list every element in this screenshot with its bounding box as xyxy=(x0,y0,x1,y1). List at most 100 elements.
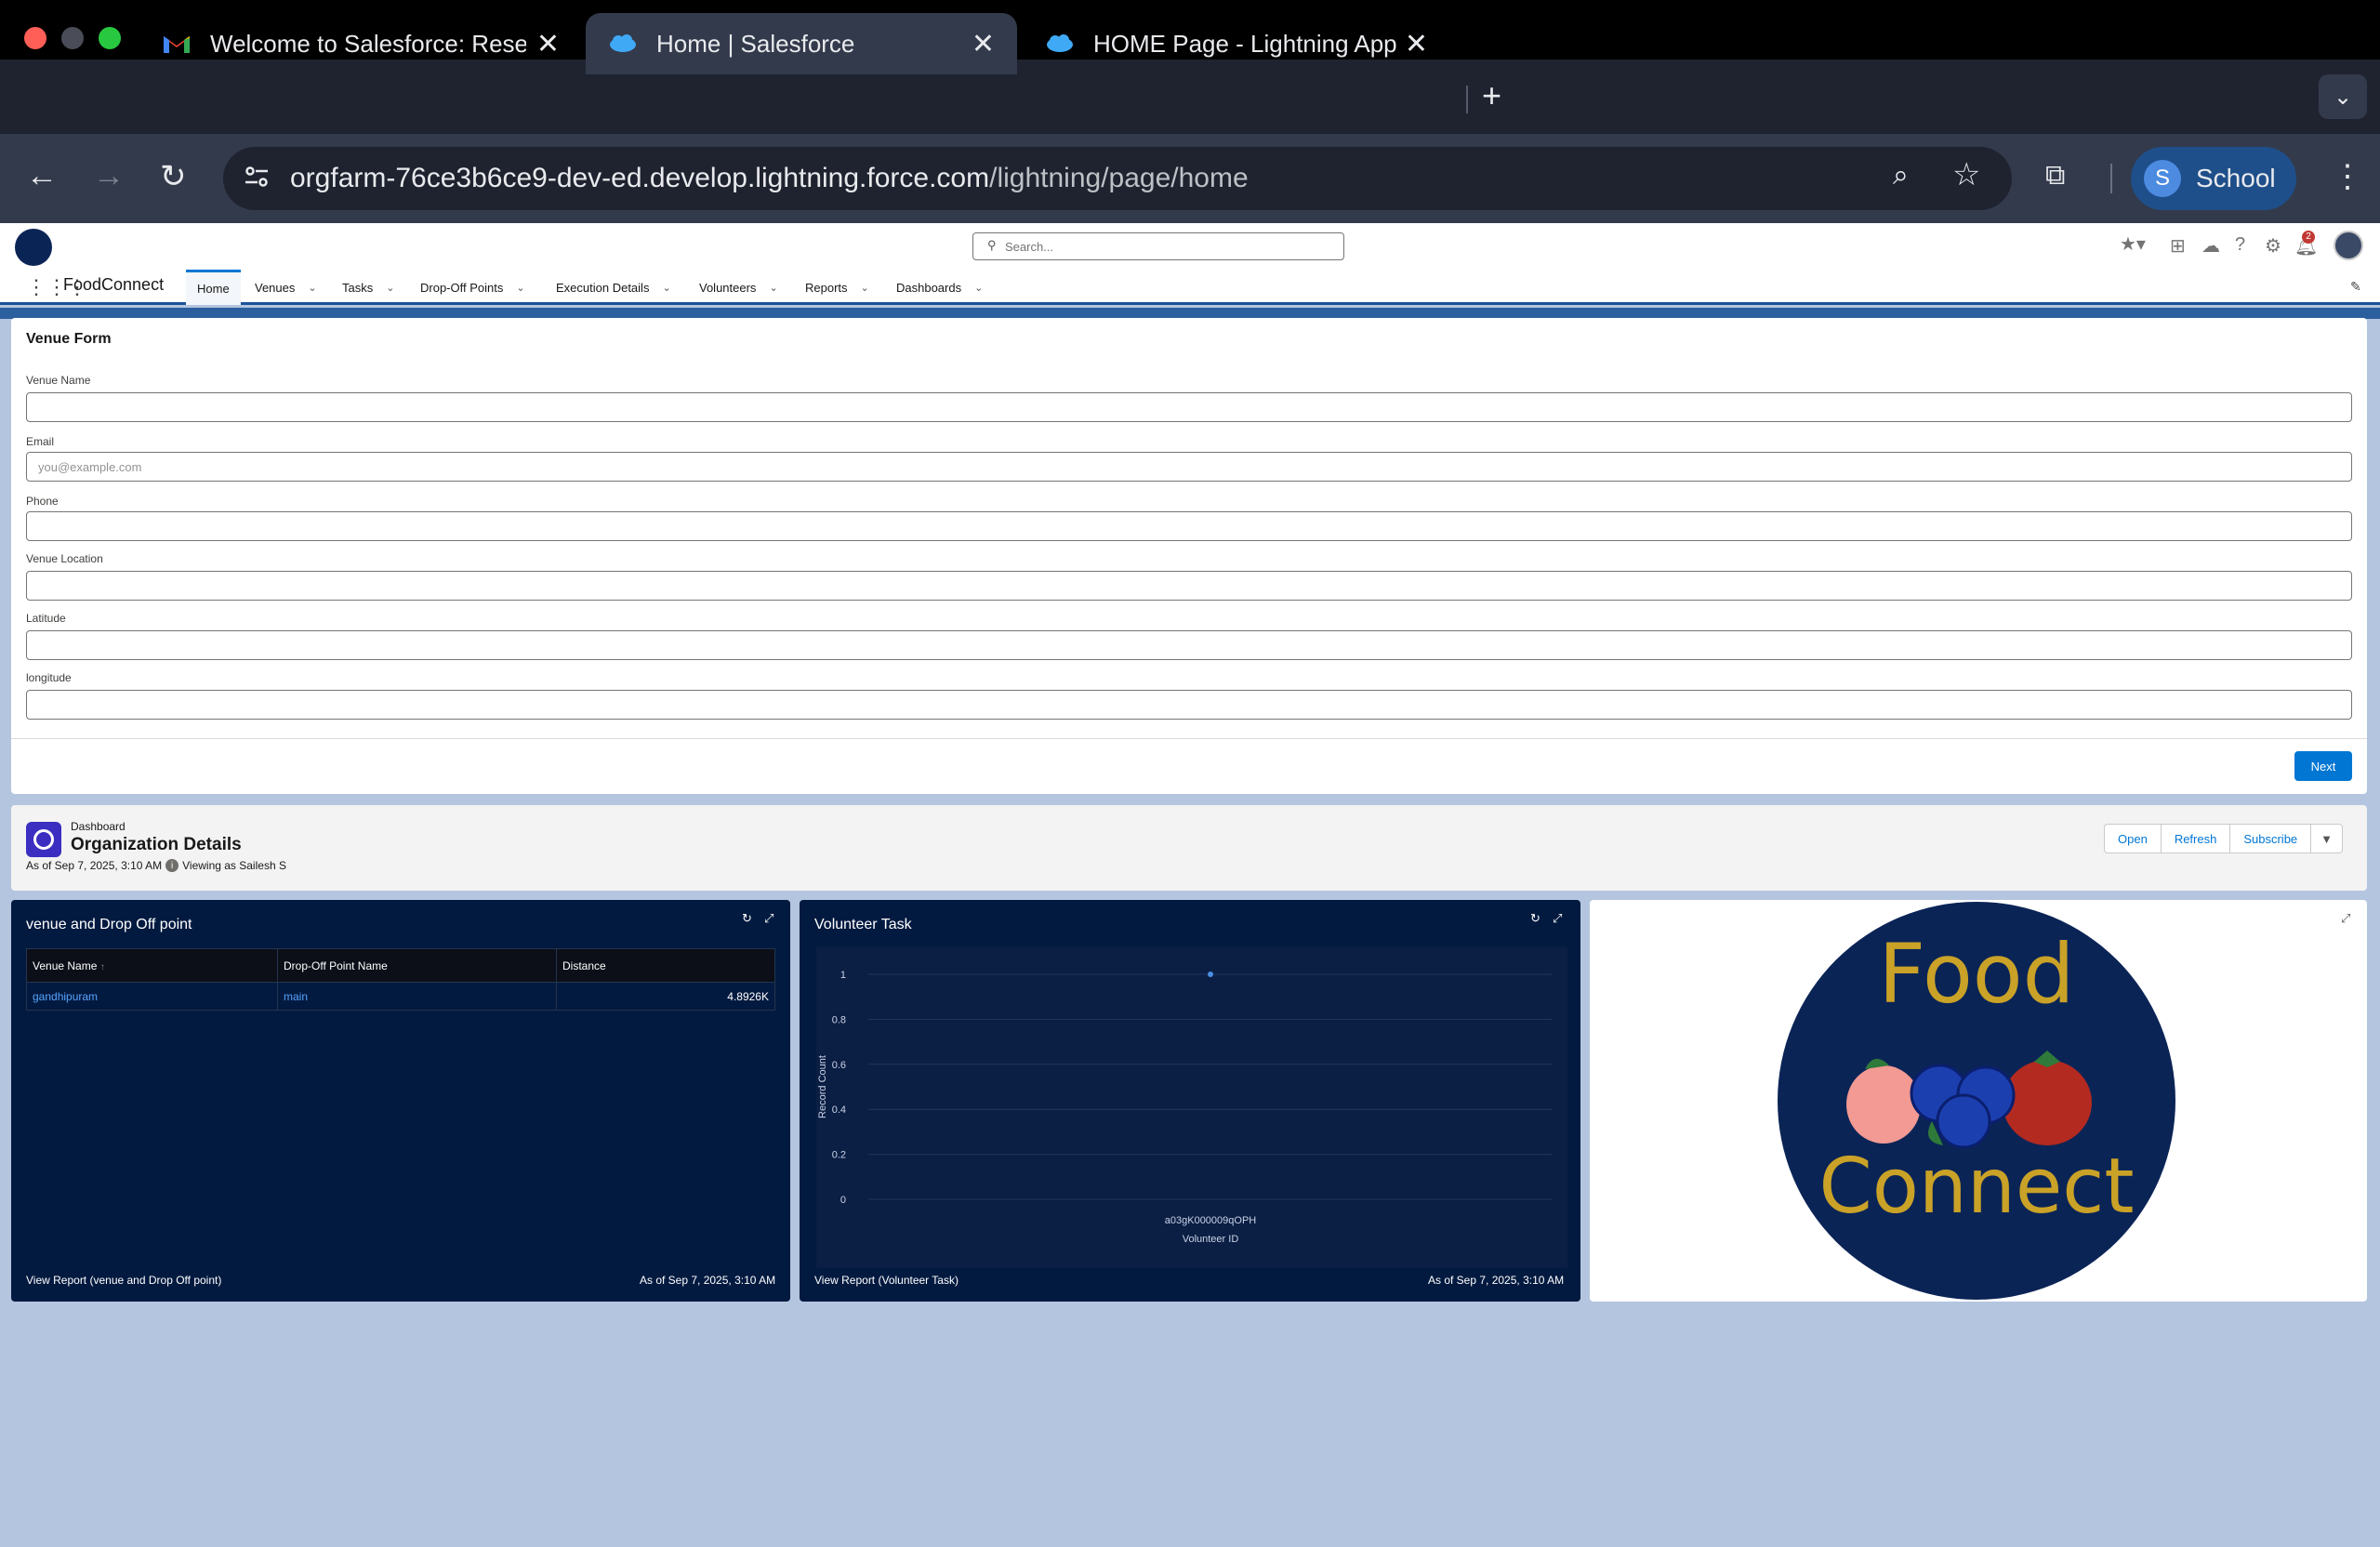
phone-input[interactable] xyxy=(26,511,2352,541)
profile-button[interactable]: S School xyxy=(2131,147,2296,210)
view-report-link[interactable]: View Report (venue and Drop Off point) xyxy=(26,1274,221,1287)
nav-tab-dashboards[interactable]: Dashboards ⌄ xyxy=(885,270,994,305)
address-bar[interactable]: orgfarm-76ce3b6ce9-dev-ed.develop.lightn… xyxy=(223,147,2012,210)
edit-nav-pencil-icon[interactable]: ✎ xyxy=(2350,279,2361,295)
close-tab-icon[interactable]: ✕ xyxy=(1405,28,1428,60)
new-tab-icon[interactable]: + xyxy=(1482,76,1501,115)
nav-tab-tasks[interactable]: Tasks ⌄ xyxy=(331,270,405,305)
next-button[interactable]: Next xyxy=(2294,751,2352,781)
chevron-down-icon[interactable]: ⌄ xyxy=(386,282,394,294)
chevron-down-icon[interactable]: ⌄ xyxy=(861,282,869,294)
zoom-icon[interactable]: ⌕ xyxy=(1893,160,1909,192)
nav-label: Drop-Off Points xyxy=(420,280,504,295)
extensions-puzzle-icon[interactable]: ⧉ xyxy=(2045,160,2065,192)
table-header-row: Venue Name ↑ Drop-Off Point Name Distanc… xyxy=(26,948,775,983)
subscribe-button[interactable]: Subscribe xyxy=(2229,824,2312,853)
nav-label: Home xyxy=(197,282,230,296)
y-tick-label: 0.4 xyxy=(832,1104,846,1116)
venue-link[interactable]: gandhipuram xyxy=(33,990,98,1003)
bookmark-star-icon[interactable]: ☆ xyxy=(1952,156,1980,193)
nav-label: Venues xyxy=(255,280,296,295)
dashboard-button-group: Open Refresh Subscribe ▼ xyxy=(2104,824,2344,853)
nav-label: Execution Details xyxy=(556,280,650,295)
latitude-input[interactable] xyxy=(26,630,2352,660)
maximize-window-button[interactable] xyxy=(99,27,121,49)
longitude-label: longitude xyxy=(26,671,72,684)
tab-search-chevron-icon[interactable]: ⌄ xyxy=(2319,74,2367,119)
nav-label: Reports xyxy=(805,280,848,295)
forward-arrow-icon[interactable]: → xyxy=(93,158,125,194)
trailhead-icon[interactable]: ☁ xyxy=(2202,234,2220,258)
column-header-venue-name[interactable]: Venue Name ↑ xyxy=(26,948,278,983)
nav-tab-venues[interactable]: Venues ⌄ xyxy=(244,270,328,305)
chevron-down-icon[interactable]: ⌄ xyxy=(974,282,983,294)
search-icon: ⚲ xyxy=(987,238,997,252)
widget-expand-icon[interactable]: ⤢ xyxy=(764,911,774,926)
salesforce-cloud-icon xyxy=(610,34,636,52)
nav-tab-reports[interactable]: Reports ⌄ xyxy=(794,270,880,305)
close-window-button[interactable] xyxy=(24,27,46,49)
venue-name-input[interactable] xyxy=(26,392,2352,422)
view-report-link[interactable]: View Report (Volunteer Task) xyxy=(814,1274,959,1287)
phone-label: Phone xyxy=(26,495,59,508)
dashboard-title[interactable]: Organization Details xyxy=(71,835,242,855)
close-tab-icon[interactable]: ✕ xyxy=(536,28,560,60)
nav-tab-home[interactable]: Home xyxy=(186,270,241,305)
venue-location-input[interactable] xyxy=(26,571,2352,601)
favorites-star-icon[interactable]: ★▾ xyxy=(2120,232,2146,256)
tab-title: Home | Salesforce xyxy=(656,29,855,58)
browser-tab-lightning-app-builder[interactable]: HOME Page - Lightning App B ✕ xyxy=(1023,13,1450,74)
venue-dropoff-table: Venue Name ↑ Drop-Off Point Name Distanc… xyxy=(26,948,775,1011)
chevron-down-icon[interactable]: ⌄ xyxy=(769,282,777,294)
widget-expand-icon[interactable]: ⤢ xyxy=(2341,911,2350,926)
dashboard-gauge-icon xyxy=(26,822,61,857)
nav-tab-execution-details[interactable]: Execution Details ⌄ xyxy=(545,270,682,305)
info-icon[interactable]: i xyxy=(165,859,179,872)
global-search-input[interactable]: Search... xyxy=(972,232,1344,260)
browser-tab-home-salesforce[interactable]: Home | Salesforce ✕ xyxy=(586,13,1017,74)
widget-timestamp: As of Sep 7, 2025, 3:10 AM xyxy=(640,1274,776,1287)
distance-cell: 4.8926K xyxy=(556,982,775,1011)
site-info-icon[interactable] xyxy=(244,164,270,190)
org-logo[interactable] xyxy=(15,229,52,266)
help-icon[interactable]: ? xyxy=(2235,234,2245,256)
chevron-down-icon[interactable]: ⌄ xyxy=(662,282,670,294)
food-connect-logo: Food Connect xyxy=(1778,902,2175,1300)
nav-tab-drop-off-points[interactable]: Drop-Off Points ⌄ xyxy=(409,270,536,305)
refresh-button[interactable]: Refresh xyxy=(2160,824,2231,853)
user-avatar[interactable] xyxy=(2334,231,2363,260)
column-header-distance[interactable]: Distance xyxy=(556,948,775,983)
y-tick-label: 0.2 xyxy=(832,1150,846,1161)
nav-tab-volunteers[interactable]: Volunteers ⌄ xyxy=(688,270,789,305)
close-tab-icon[interactable]: ✕ xyxy=(972,28,995,60)
browser-tab-gmail[interactable]: Welcome to Salesforce: Reset ✕ xyxy=(139,13,582,74)
widget-refresh-icon[interactable]: ↻ xyxy=(1530,911,1540,926)
nav-label: Dashboards xyxy=(896,280,962,295)
widget-title: venue and Drop Off point xyxy=(26,917,192,932)
back-arrow-icon[interactable]: ← xyxy=(26,158,58,194)
y-tick-label: 1 xyxy=(840,970,846,981)
browser-menu-icon[interactable]: ⋮ xyxy=(2332,158,2363,195)
url-path: /lightning/page/home xyxy=(989,163,1249,193)
salesforce-cloud-icon xyxy=(1047,34,1073,52)
longitude-input[interactable] xyxy=(26,690,2352,720)
chevron-down-icon[interactable]: ⌄ xyxy=(516,282,524,294)
open-button[interactable]: Open xyxy=(2104,824,2162,853)
minimize-window-button[interactable] xyxy=(61,27,84,49)
column-header-dropoff-point[interactable]: Drop-Off Point Name xyxy=(277,948,557,983)
profile-name: School xyxy=(2196,164,2276,192)
dropoff-link[interactable]: main xyxy=(284,990,308,1003)
widget-refresh-icon[interactable]: ↻ xyxy=(742,911,752,926)
search-placeholder: Search... xyxy=(1005,239,1054,254)
setup-gear-icon[interactable]: ⚙ xyxy=(2265,234,2281,258)
global-actions-plus-icon[interactable]: ⊞ xyxy=(2170,234,2186,258)
tab-title: HOME Page - Lightning App B xyxy=(1093,29,1405,58)
more-actions-chevron-icon[interactable]: ▼ xyxy=(2310,824,2344,853)
volunteer-task-chart: 1 0.8 0.6 0.4 0.2 0 a03gK000009qOPH Volunteer I… xyxy=(817,970,1553,1245)
reload-icon[interactable]: ↻ xyxy=(160,158,187,195)
chevron-down-icon[interactable]: ⌄ xyxy=(308,282,316,294)
widget-expand-icon[interactable]: ⤢ xyxy=(1553,911,1562,926)
dashboard-meta: As of Sep 7, 2025, 3:10 AM i Viewing as … xyxy=(26,859,286,872)
venue-form-title: Venue Form xyxy=(26,331,112,347)
email-input[interactable] xyxy=(26,452,2352,482)
